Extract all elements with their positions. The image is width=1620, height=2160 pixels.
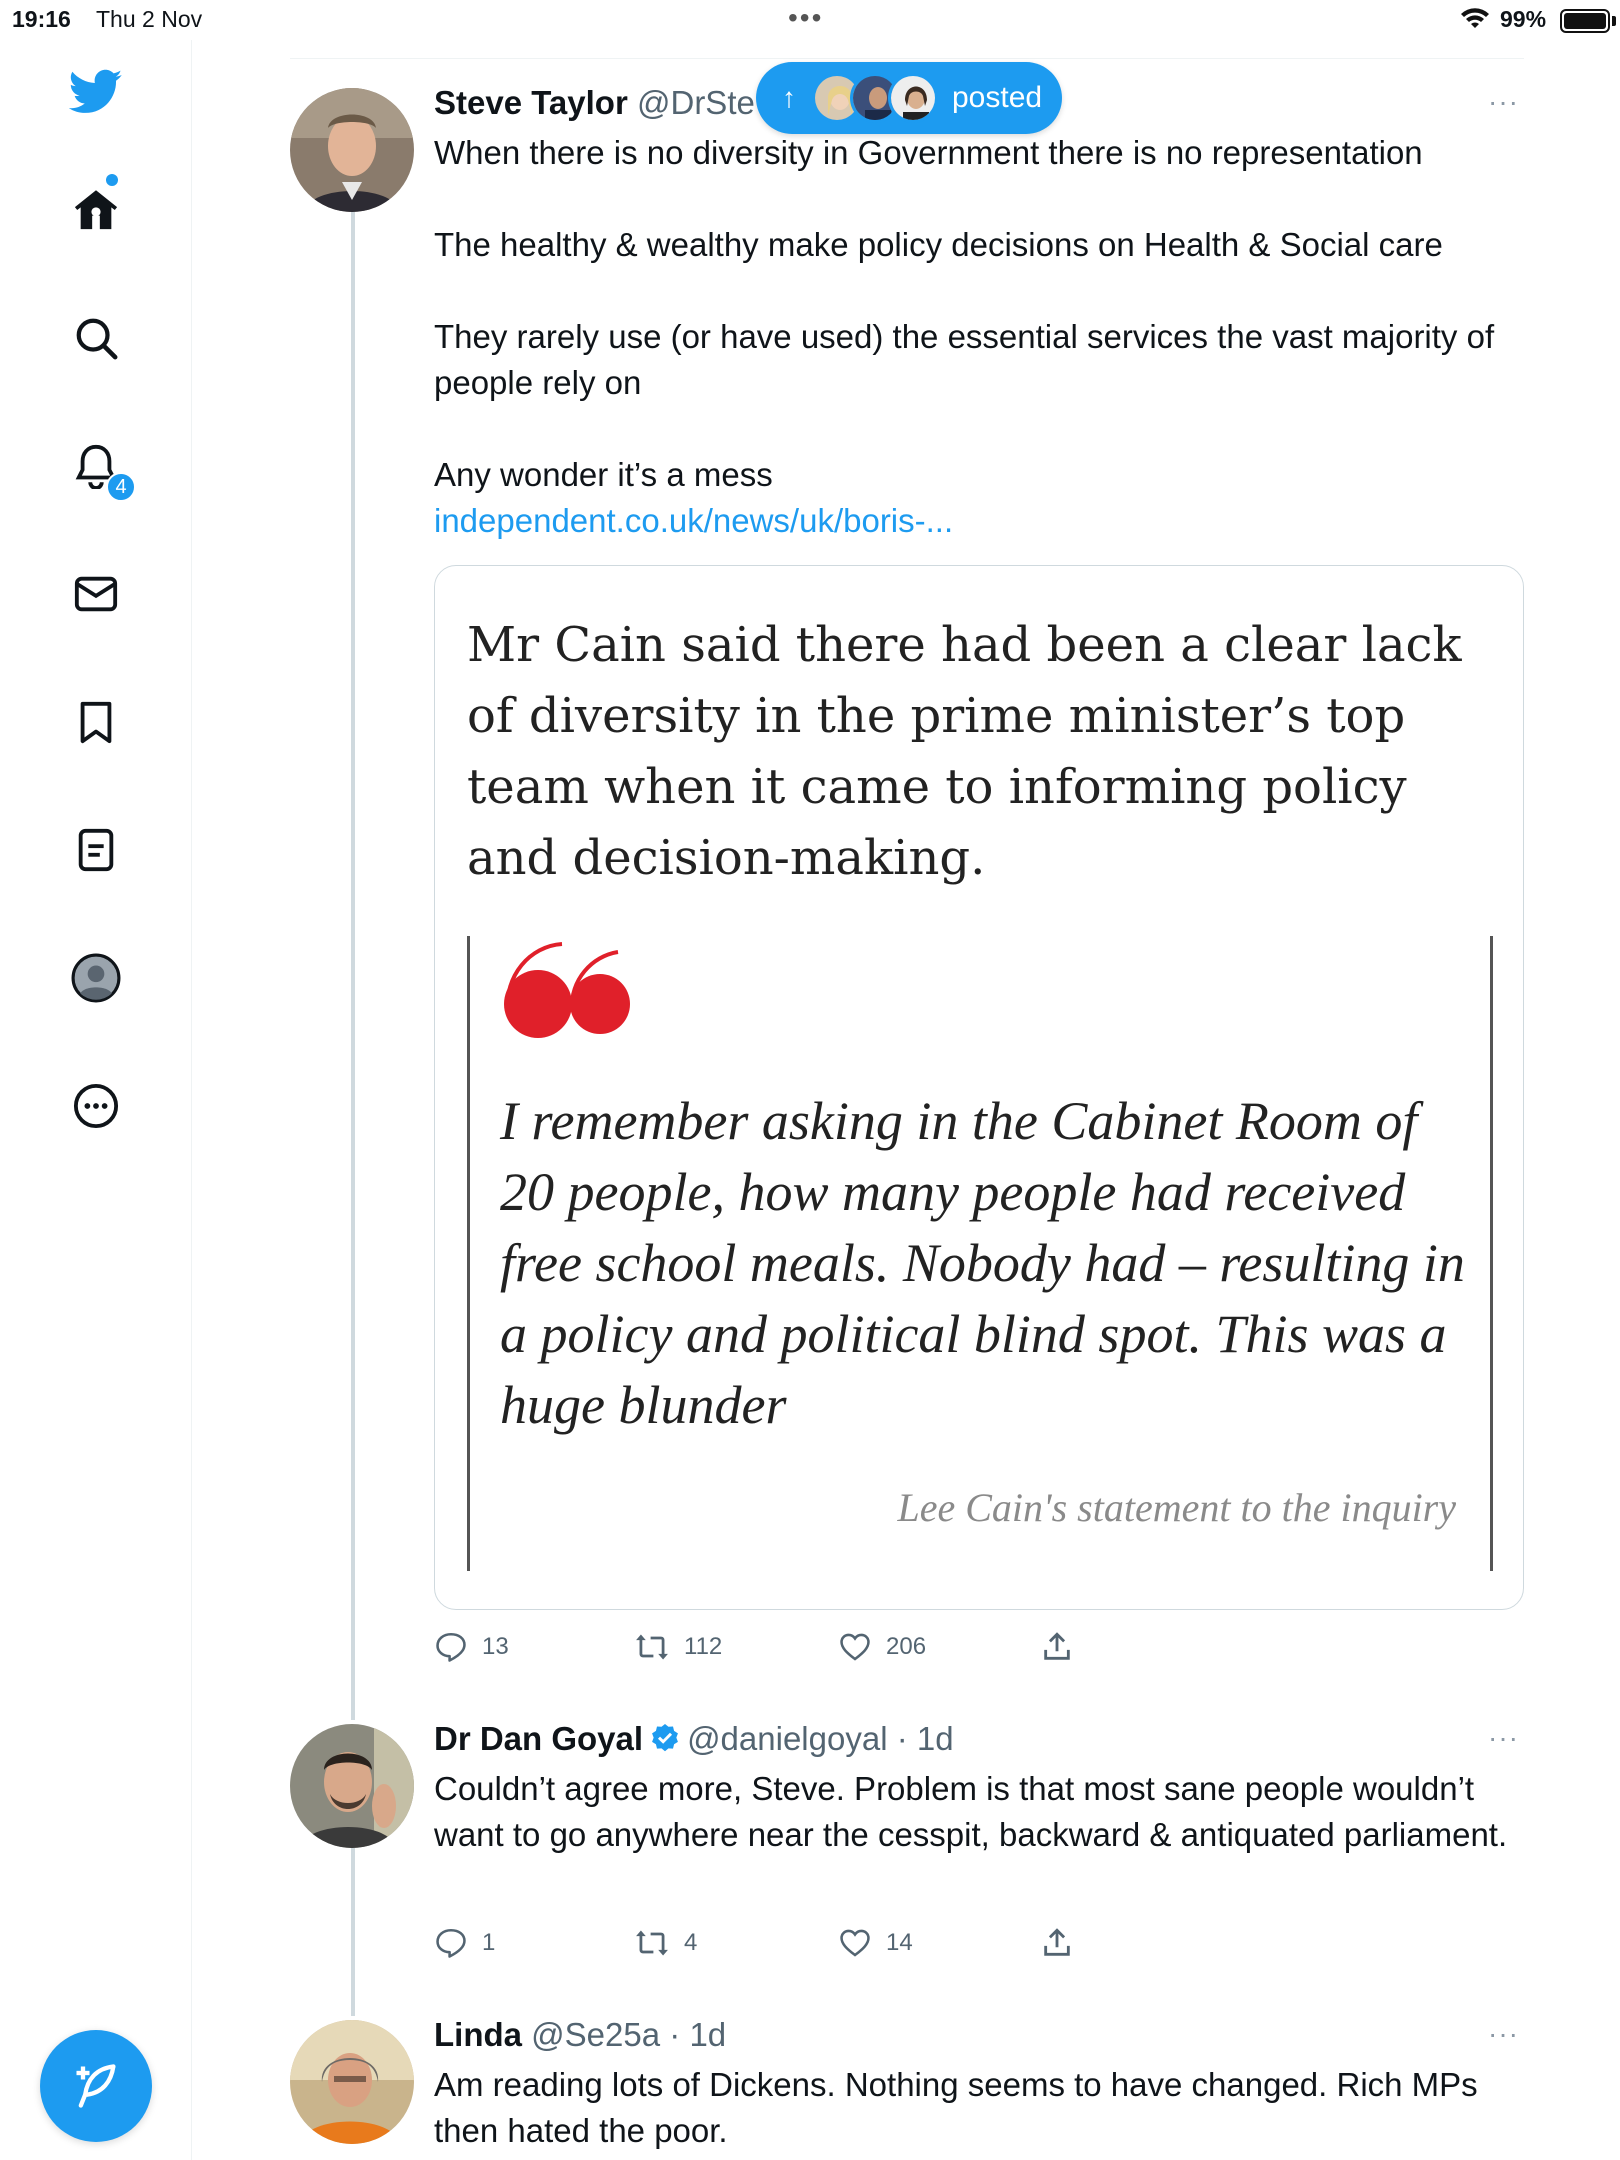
pill-avatars — [812, 73, 938, 123]
battery-icon — [1560, 9, 1610, 33]
link-preview-card[interactable]: Mr Cain said there had been a clear lack… — [434, 565, 1524, 1610]
reply-count: 1 — [482, 1929, 496, 1956]
thread-connector — [351, 212, 355, 1720]
card-quote-text: I remember asking in the Cabinet Room of… — [500, 1091, 1465, 1435]
bookmark-icon[interactable] — [64, 690, 128, 754]
author-handle[interactable]: @danielgoyal — [687, 1720, 887, 1757]
tweet-time[interactable]: · 1d — [897, 1720, 954, 1757]
tweet-body: Couldn’t agree more, Steve. Problem is t… — [434, 1770, 1508, 1853]
mail-icon[interactable] — [64, 562, 128, 626]
timeline-divider — [290, 58, 1524, 59]
like-count: 206 — [886, 1633, 927, 1660]
notification-badge: 4 — [106, 472, 136, 502]
home-unread-dot — [106, 174, 118, 186]
like-button[interactable]: 206 — [838, 1630, 926, 1664]
status-bar: 19:16 Thu 2 Nov ••• 99% — [0, 0, 1620, 40]
tweet-body: When there is no diversity in Government… — [434, 130, 1534, 544]
reply-icon — [436, 1632, 466, 1662]
tweet-paragraph: Any wonder it’s a mess — [434, 456, 773, 493]
more-circle-icon[interactable] — [64, 1074, 128, 1138]
quote-marks-icon — [500, 936, 630, 1051]
share-icon — [1044, 1928, 1070, 1956]
tweet-more-button[interactable]: ··· — [1488, 2018, 1519, 2050]
avatar[interactable] — [290, 2020, 414, 2144]
multitasking-dots-icon[interactable]: ••• — [788, 2, 823, 34]
tweet-body: Am reading lots of Dickens. Nothing seem… — [434, 2066, 1478, 2149]
compose-feather-icon — [76, 2064, 116, 2108]
tweet-more-button[interactable]: ··· — [1488, 86, 1519, 118]
retweet-count: 4 — [684, 1929, 698, 1956]
author-handle[interactable]: @Se25a — [531, 2016, 660, 2053]
tweet-paragraph: When there is no diversity in Government… — [434, 134, 1423, 171]
heart-icon — [840, 1633, 870, 1661]
lists-icon[interactable] — [64, 818, 128, 882]
card-quote-box: I remember asking in the Cabinet Room of… — [467, 936, 1493, 1571]
posted-label: posted — [952, 81, 1043, 114]
tweet-link[interactable]: independent.co.uk/news/uk/boris-... — [434, 498, 1534, 544]
battery-percentage: 99% — [1500, 6, 1547, 32]
reply-button[interactable]: 13 — [434, 1630, 509, 1664]
twitter-logo-icon[interactable] — [64, 60, 128, 124]
author-name[interactable]: Linda — [434, 2016, 522, 2053]
retweet-icon — [636, 1930, 668, 1956]
author-name[interactable]: Dr Dan Goyal — [434, 1720, 643, 1757]
tweet-header: Dr Dan Goyal @danielgoyal · 1d — [434, 1720, 954, 1762]
pill-avatar — [888, 73, 938, 123]
avatar[interactable] — [290, 88, 414, 212]
battery-tip — [1612, 16, 1616, 26]
new-posts-pill[interactable]: ↑ posted — [756, 62, 1062, 134]
tweet-paragraph: The healthy & wealthy make policy decisi… — [434, 226, 1443, 263]
tweet-paragraph: They rarely use (or have used) the essen… — [434, 318, 1495, 401]
retweet-button[interactable]: 4 — [634, 1926, 697, 1960]
profile-icon[interactable] — [64, 946, 128, 1010]
retweet-icon — [636, 1634, 668, 1660]
author-name[interactable]: Steve Taylor — [434, 84, 628, 121]
wifi-icon — [1460, 6, 1490, 36]
home-icon[interactable] — [64, 178, 128, 242]
retweet-button[interactable]: 112 — [634, 1630, 722, 1664]
avatar[interactable] — [290, 1724, 414, 1848]
sidebar: 4 — [0, 40, 192, 2160]
reply-icon — [436, 1928, 466, 1958]
arrow-up-icon: ↑ — [782, 82, 796, 113]
retweet-count: 112 — [684, 1633, 723, 1660]
tweet-more-button[interactable]: ··· — [1488, 1722, 1519, 1754]
like-button[interactable]: 14 — [838, 1926, 913, 1960]
reply-button[interactable]: 1 — [434, 1926, 495, 1960]
status-time: 19:16 — [12, 6, 71, 32]
tweet-time[interactable]: · 1d — [669, 2016, 726, 2053]
compose-button[interactable] — [40, 2030, 152, 2142]
search-icon[interactable] — [64, 306, 128, 370]
tweet-actions: 13 112 206 — [434, 1630, 1134, 1670]
card-attribution: Lee Cain's statement to the inquiry — [897, 1485, 1457, 1530]
tweet-actions: 1 4 14 — [434, 1926, 1134, 1966]
tweet-header: Steve Taylor @DrSte — [434, 84, 755, 122]
thread-connector — [351, 1848, 355, 2016]
share-button[interactable] — [1040, 1926, 1074, 1960]
card-lead-text: Mr Cain said there had been a clear lack… — [467, 617, 1462, 886]
verified-badge-icon — [649, 1722, 681, 1762]
status-date: Thu 2 Nov — [96, 6, 203, 32]
reply-count: 13 — [482, 1633, 509, 1660]
tweet-header: Linda @Se25a · 1d — [434, 2016, 726, 2054]
share-button[interactable] — [1040, 1630, 1074, 1664]
author-handle[interactable]: @DrSte — [637, 84, 755, 121]
heart-icon — [840, 1929, 870, 1957]
share-icon — [1044, 1632, 1070, 1660]
like-count: 14 — [886, 1929, 913, 1956]
